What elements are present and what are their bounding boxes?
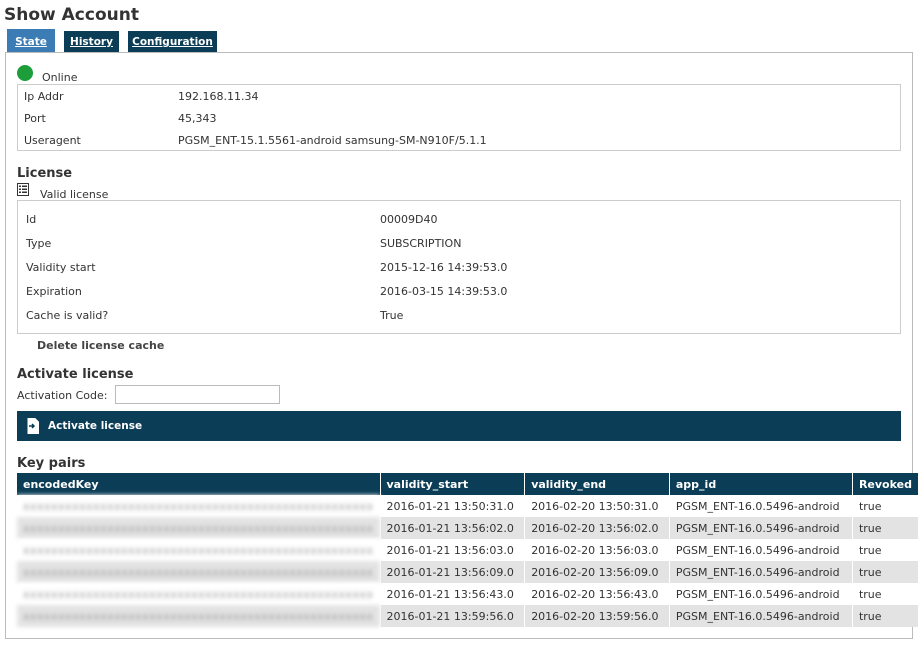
activation-code-input[interactable] [115, 385, 280, 404]
status-label: Online [42, 71, 78, 84]
app-id-cell: PGSM_ENT-16.0.5496-android [669, 539, 853, 561]
connection-info: Ip Addr 192.168.11.34 Port 45,343 Userag… [17, 84, 901, 151]
row-key: Expiration [26, 285, 82, 298]
list-document-icon [17, 183, 29, 196]
row-value: True [380, 309, 404, 322]
app-id-cell: PGSM_ENT-16.0.5496-android [669, 605, 853, 627]
encoded-key-cell: xxxxxxxxxxxxxxxxxxxxxxxxxxxxxxxxxxxxxxxx… [17, 539, 381, 561]
validity-start-cell: 2016-01-21 13:56:09.0 [380, 561, 526, 583]
table-header-row: encodedKey validity_start validity_end a… [17, 473, 919, 495]
row-value: 2015-12-16 14:39:53.0 [380, 261, 508, 274]
column-header-encodedkey[interactable]: encodedKey [17, 473, 381, 495]
row-value: 192.168.11.34 [178, 90, 259, 103]
validity-start-cell: 2016-01-21 13:56:03.0 [380, 539, 526, 561]
revoked-cell: true [852, 561, 919, 583]
encoded-key-cell: xxxxxxxxxxxxxxxxxxxxxxxxxxxxxxxxxxxxxxxx… [17, 495, 381, 517]
license-title: License [17, 166, 73, 181]
page-title: Show Account [4, 5, 139, 25]
activate-license-title: Activate license [17, 367, 134, 382]
column-header-validity-start[interactable]: validity_start [380, 473, 526, 495]
validity-end-cell: 2016-02-20 13:56:09.0 [524, 561, 670, 583]
key-pairs-title: Key pairs [17, 456, 86, 471]
row-key: Validity start [26, 261, 96, 274]
row-value: SUBSCRIPTION [380, 237, 462, 250]
validity-start-cell: 2016-01-21 13:50:31.0 [380, 495, 526, 517]
row-key: Id [26, 213, 37, 226]
table-row: xxxxxxxxxxxxxxxxxxxxxxxxxxxxxxxxxxxxxxxx… [17, 495, 919, 517]
validity-end-cell: 2016-02-20 13:50:31.0 [524, 495, 670, 517]
app-id-cell: PGSM_ENT-16.0.5496-android [669, 561, 853, 583]
row-key: Type [26, 237, 52, 250]
validity-end-cell: 2016-02-20 13:56:03.0 [524, 539, 670, 561]
validity-start-cell: 2016-01-21 13:56:02.0 [380, 517, 526, 539]
row-value: 45,343 [178, 112, 217, 125]
encoded-key-cell: xxxxxxxxxxxxxxxxxxxxxxxxxxxxxxxxxxxxxxxx… [17, 561, 381, 583]
column-header-app-id[interactable]: app_id [669, 473, 853, 495]
encoded-key-cell: xxxxxxxxxxxxxxxxxxxxxxxxxxxxxxxxxxxxxxxx… [17, 517, 381, 539]
validity-start-cell: 2016-01-21 13:59:56.0 [380, 605, 526, 627]
validity-end-cell: 2016-02-20 13:56:02.0 [524, 517, 670, 539]
table-row: xxxxxxxxxxxxxxxxxxxxxxxxxxxxxxxxxxxxxxxx… [17, 561, 919, 583]
table-row: xxxxxxxxxxxxxxxxxxxxxxxxxxxxxxxxxxxxxxxx… [17, 583, 919, 605]
activate-license-label: Activate license [48, 420, 143, 432]
row-value: 2016-03-15 14:39:53.0 [380, 285, 508, 298]
revoked-cell: true [852, 605, 919, 627]
row-key: Cache is valid? [26, 309, 109, 322]
row-value: PGSM_ENT-15.1.5561-android samsung-SM-N9… [178, 134, 487, 147]
app-id-cell: PGSM_ENT-16.0.5496-android [669, 495, 853, 517]
app-id-cell: PGSM_ENT-16.0.5496-android [669, 517, 853, 539]
revoked-cell: true [852, 495, 919, 517]
table-row: xxxxxxxxxxxxxxxxxxxxxxxxxxxxxxxxxxxxxxxx… [17, 517, 919, 539]
activate-license-button[interactable]: Activate license [17, 411, 901, 441]
validity-end-cell: 2016-02-20 13:56:43.0 [524, 583, 670, 605]
document-arrow-icon [27, 418, 39, 434]
row-key: Useragent [24, 134, 81, 147]
encoded-key-cell: xxxxxxxxxxxxxxxxxxxxxxxxxxxxxxxxxxxxxxxx… [17, 605, 381, 627]
revoked-cell: true [852, 517, 919, 539]
table-row: xxxxxxxxxxxxxxxxxxxxxxxxxxxxxxxxxxxxxxxx… [17, 605, 919, 627]
validity-end-cell: 2016-02-20 13:59:56.0 [524, 605, 670, 627]
online-status-icon [17, 65, 33, 81]
row-key: Port [24, 112, 46, 125]
encoded-key-cell: xxxxxxxxxxxxxxxxxxxxxxxxxxxxxxxxxxxxxxxx… [17, 583, 381, 605]
column-header-revoked[interactable]: Revoked [852, 473, 919, 495]
table-row: xxxxxxxxxxxxxxxxxxxxxxxxxxxxxxxxxxxxxxxx… [17, 539, 919, 561]
revoked-cell: true [852, 539, 919, 561]
tab-state[interactable]: State [7, 29, 55, 53]
key-pairs-table: encodedKey validity_start validity_end a… [17, 473, 919, 627]
activation-code-label: Activation Code: [17, 389, 108, 402]
license-details: Id 00009D40 Type SUBSCRIPTION Validity s… [17, 200, 901, 334]
tab-configuration[interactable]: Configuration [128, 31, 217, 53]
column-header-validity-end[interactable]: validity_end [524, 473, 670, 495]
revoked-cell: true [852, 583, 919, 605]
row-value: 00009D40 [380, 213, 438, 226]
app-id-cell: PGSM_ENT-16.0.5496-android [669, 583, 853, 605]
delete-license-cache-button[interactable]: Delete license cache [37, 339, 164, 352]
row-key: Ip Addr [24, 90, 64, 103]
tab-history[interactable]: History [64, 31, 119, 53]
validity-start-cell: 2016-01-21 13:56:43.0 [380, 583, 526, 605]
